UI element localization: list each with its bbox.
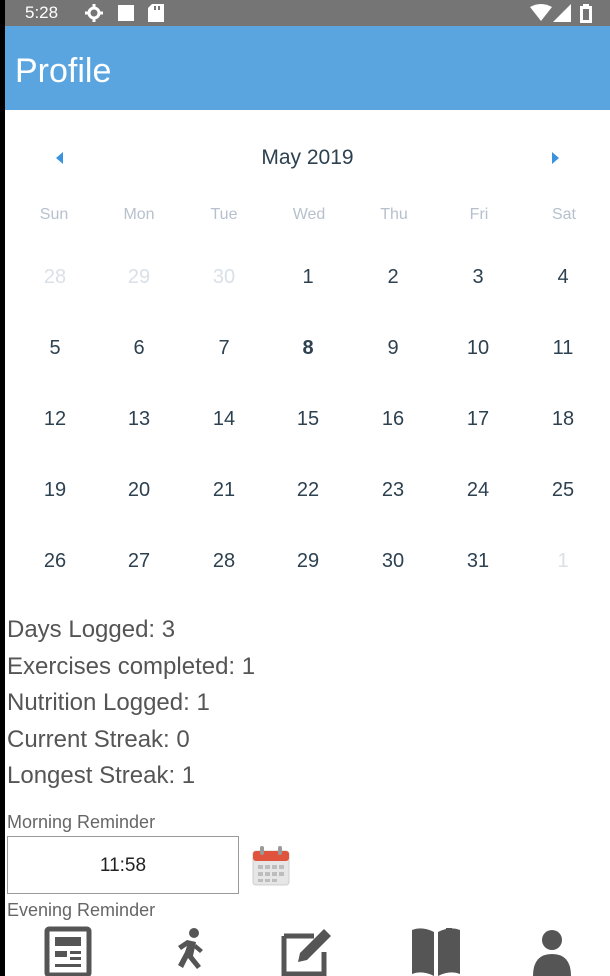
newspaper-icon xyxy=(44,926,92,976)
calendar-day[interactable]: 27 xyxy=(114,541,164,581)
bottom-navigation xyxy=(5,924,610,976)
gear-icon xyxy=(85,4,103,22)
calendar-day[interactable]: 19 xyxy=(30,470,80,510)
nav-news[interactable] xyxy=(33,924,103,976)
calendar-day[interactable]: 31 xyxy=(453,541,503,581)
calendar-day[interactable]: 11 xyxy=(538,328,588,368)
calendar-day[interactable]: 1 xyxy=(538,541,588,581)
evening-reminder-label: Evening Reminder xyxy=(7,900,156,920)
calendar-day[interactable]: 10 xyxy=(453,328,503,368)
nav-exercise[interactable] xyxy=(153,924,223,976)
exercises-completed-text: Exercises completed: 1 xyxy=(7,652,256,680)
calendar-day[interactable]: 5 xyxy=(30,328,80,368)
calendar-day[interactable]: 29 xyxy=(283,541,333,581)
stats-section: Days Logged: 3 Exercises completed: 1 Nu… xyxy=(7,612,255,795)
calendar-day[interactable]: 8 xyxy=(283,328,333,368)
nav-profile[interactable] xyxy=(517,924,587,976)
calendar-day[interactable]: 21 xyxy=(199,470,249,510)
calendar-day[interactable]: 14 xyxy=(199,399,249,439)
nav-resources[interactable] xyxy=(401,924,471,976)
phone-screen: 5:28 Profile May 2019 Sun Mon Tue Wed Th… xyxy=(5,0,610,976)
weekday-label: Fri xyxy=(469,206,489,223)
calendar-icon[interactable] xyxy=(251,845,291,887)
book-icon xyxy=(412,928,460,976)
calendar-day[interactable]: 22 xyxy=(283,470,333,510)
calendar-day[interactable]: 18 xyxy=(538,399,588,439)
calendar-day[interactable]: 1 xyxy=(283,257,333,297)
calendar-day[interactable]: 25 xyxy=(538,470,588,510)
signal-icon xyxy=(553,4,571,22)
sd-card-icon xyxy=(148,4,164,22)
days-logged-text: Days Logged: 3 xyxy=(7,616,176,643)
calendar-day[interactable]: 9 xyxy=(368,328,418,368)
running-icon xyxy=(178,928,203,969)
nav-log[interactable] xyxy=(275,924,345,976)
current-streak-text: Current Streak: 0 xyxy=(7,725,190,753)
calendar-day[interactable]: 6 xyxy=(114,328,164,368)
calendar-day[interactable]: 4 xyxy=(538,257,588,297)
calendar-day[interactable]: 28 xyxy=(199,541,249,581)
calendar-day[interactable]: 20 xyxy=(114,470,164,510)
square-notification-icon xyxy=(118,5,134,21)
status-time: 5:28 xyxy=(25,3,59,22)
calendar-day[interactable]: 23 xyxy=(368,470,418,510)
calendar-day[interactable]: 29 xyxy=(114,257,164,297)
calendar-day[interactable]: 30 xyxy=(368,541,418,581)
morning-reminder-label: Morning Reminder xyxy=(7,812,156,832)
weekday-label: Sun xyxy=(39,206,69,223)
calendar-day[interactable]: 30 xyxy=(199,257,249,297)
calendar-day[interactable]: 28 xyxy=(30,257,80,297)
weekday-label: Sat xyxy=(551,206,576,223)
calendar-day[interactable]: 3 xyxy=(453,257,503,297)
calendar-day[interactable]: 7 xyxy=(199,328,249,368)
calendar-day[interactable]: 12 xyxy=(30,399,80,439)
weekday-label: Mon xyxy=(123,206,155,223)
longest-streak-text: Longest Streak: 1 xyxy=(7,762,196,789)
battery-icon xyxy=(580,4,592,23)
app-bar: Profile xyxy=(5,26,610,110)
weekday-label: Thu xyxy=(380,206,408,223)
edit-icon xyxy=(281,926,334,976)
calendar-day[interactable]: 24 xyxy=(453,470,503,510)
status-bar: 5:28 xyxy=(5,0,610,26)
weekday-label: Wed xyxy=(292,206,326,223)
calendar-day[interactable]: 13 xyxy=(114,399,164,439)
calendar-day[interactable]: 2 xyxy=(368,257,418,297)
calendar-month-label: May 2019 xyxy=(261,146,354,169)
calendar-day[interactable]: 15 xyxy=(283,399,333,439)
nutrition-logged-text: Nutrition Logged: 1 xyxy=(7,689,210,716)
weekday-row: Sun Mon Tue Wed Thu Fri Sat xyxy=(5,206,610,230)
wifi-icon xyxy=(530,4,552,21)
page-title: Profile xyxy=(15,52,112,90)
weekday-label: Tue xyxy=(210,206,238,223)
calendar-day[interactable]: 16 xyxy=(368,399,418,439)
calendar-day[interactable]: 26 xyxy=(30,541,80,581)
arrow-right-icon[interactable] xyxy=(545,146,565,170)
morning-reminder-time-input[interactable]: 11:58 xyxy=(7,836,239,894)
user-icon xyxy=(533,930,571,976)
calendar-header: May 2019 xyxy=(5,138,610,178)
calendar-day[interactable]: 17 xyxy=(453,399,503,439)
